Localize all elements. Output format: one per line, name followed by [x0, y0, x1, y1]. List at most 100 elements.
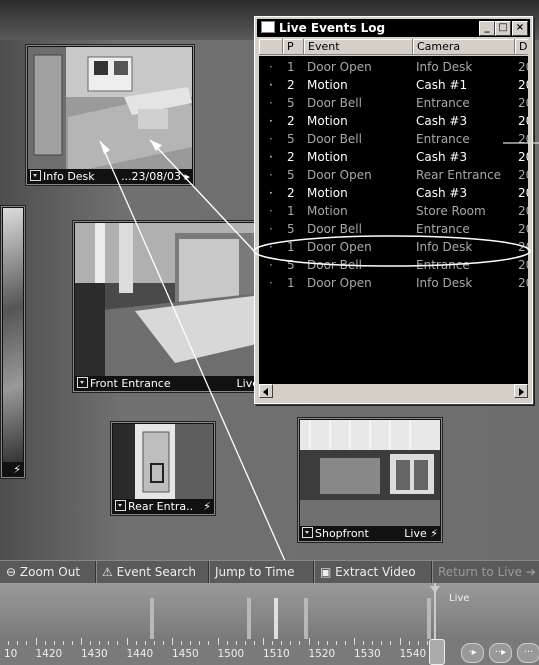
time-ruler[interactable]: 10 1420 1430 1440 1450 1500 1510 1520 1530 1540	[0, 638, 539, 665]
timeline-event-marker[interactable]	[274, 598, 278, 640]
camera-tile-rear-entrance[interactable]: Rear Entra.. ⚡	[110, 421, 216, 516]
column-header: P Event Camera Da	[259, 39, 528, 56]
camera-name: Shopfront	[315, 527, 369, 540]
fast-forward-button[interactable]: ··▸	[489, 643, 512, 663]
event-priority: 5	[287, 222, 295, 236]
camera-date-group: ...23/08/03 ▸	[121, 170, 190, 184]
minimize-button[interactable]: _	[479, 21, 495, 36]
close-button[interactable]: ×	[512, 21, 528, 36]
camera-name: Rear Entra..	[128, 500, 194, 513]
partial-camera-tile[interactable]: ⚡	[0, 205, 26, 479]
timeline-event-marker[interactable]	[150, 598, 154, 640]
ruler-tick	[281, 641, 283, 645]
timeline-event-marker[interactable]	[427, 598, 431, 640]
event-row[interactable]: · 2 Motion Cash #3 200	[259, 148, 528, 166]
row-bullet: ·	[269, 222, 273, 236]
maximize-button[interactable]: □	[495, 21, 511, 36]
row-bullet: ·	[269, 78, 273, 92]
live-marker-arrow	[430, 586, 440, 593]
scroll-left-button[interactable]	[259, 384, 273, 398]
column-header-date[interactable]: Da	[515, 39, 528, 55]
event-row[interactable]: · 1 Door Open Info Desk 200	[259, 58, 528, 76]
ruler-tick	[71, 641, 73, 645]
dropdown-icon[interactable]	[115, 500, 126, 511]
ruler-tick	[226, 641, 228, 645]
ruler-tick	[308, 638, 310, 645]
timeline-event-track[interactable]	[0, 583, 539, 639]
column-header-event[interactable]: Event	[304, 39, 413, 55]
return-to-live-button[interactable]: Return to Live ➔	[432, 561, 539, 583]
ruler-tick	[217, 638, 219, 645]
dropdown-icon[interactable]	[30, 170, 41, 181]
event-camera: Info Desk	[416, 276, 473, 290]
horizontal-scrollbar[interactable]	[259, 384, 528, 399]
camera-tile-shopfront[interactable]: Shopfront Live ⚡	[297, 417, 443, 543]
event-row[interactable]: · 1 Motion Store Room 200	[259, 202, 528, 220]
live-label: Live	[449, 593, 470, 604]
camera-tile-front-entrance[interactable]: Front Entrance Live	[72, 220, 264, 393]
event-search-button[interactable]: ⚠ Event Search	[96, 561, 209, 583]
event-camera: Entrance	[416, 222, 470, 236]
row-bullet: ·	[269, 186, 273, 200]
window-icon	[261, 21, 275, 33]
event-date: 200	[518, 78, 528, 92]
row-bullet: ·	[269, 132, 273, 146]
event-row[interactable]: · 5 Door Bell Entrance 200	[259, 220, 528, 238]
event-name: Motion	[307, 78, 348, 92]
event-name: Door Open	[307, 240, 372, 254]
dropdown-icon[interactable]	[77, 377, 88, 388]
row-bullet: ·	[269, 240, 273, 254]
skip-end-button[interactable]: ···	[517, 643, 539, 663]
timeline-scrub-handle[interactable]	[429, 639, 445, 665]
row-bullet: ·	[269, 204, 273, 218]
event-camera: Cash #1	[416, 78, 468, 92]
event-name: Door Open	[307, 168, 372, 182]
ruler-label: 1540	[399, 648, 427, 660]
event-camera: Cash #3	[416, 186, 468, 200]
events-list[interactable]: · 1 Door Open Info Desk 200 · 2 Motion Cash #1 20…	[259, 56, 528, 384]
zoom-out-button[interactable]: ⊖ Zoom Out	[0, 561, 96, 583]
live-events-log-window[interactable]: Live Events Log _ □ × P Event Camera Da …	[254, 16, 533, 404]
event-row[interactable]: · 1 Door Open Info Desk 200	[259, 274, 528, 292]
event-row[interactable]: · 2 Motion Cash #3 200	[259, 112, 528, 130]
timeline-event-marker[interactable]	[247, 598, 251, 640]
column-header-icon[interactable]	[259, 39, 283, 55]
ruler-tick	[335, 641, 337, 645]
event-date: 200	[518, 60, 528, 74]
event-name: Motion	[307, 204, 348, 218]
ruler-tick	[244, 641, 246, 645]
event-row[interactable]: · 2 Motion Cash #3 200	[259, 184, 528, 202]
event-priority: 1	[287, 204, 295, 218]
magnifier-icon: ⊖	[6, 565, 17, 579]
event-date: 200	[518, 186, 528, 200]
dropdown-icon[interactable]	[302, 527, 313, 538]
event-row[interactable]: · 2 Motion Cash #1 200	[259, 76, 528, 94]
jump-to-time-button[interactable]: Jump to Time	[209, 561, 314, 583]
event-priority: 5	[287, 258, 295, 272]
camera-caption: Shopfront Live ⚡	[300, 527, 440, 541]
event-row[interactable]: · 5 Door Bell Entrance 200	[259, 94, 528, 112]
timeline[interactable]: Live 10 1420 1430 1440 1450 1500 1510 1520 1530 1…	[0, 583, 539, 665]
event-name: Motion	[307, 186, 348, 200]
column-header-priority[interactable]: P	[283, 39, 304, 55]
ruler-tick	[44, 641, 46, 645]
ruler-tick	[117, 641, 119, 645]
camera-tile-info-desk[interactable]: Info Desk ...23/08/03 ▸	[25, 44, 195, 186]
column-header-camera[interactable]: Camera	[413, 39, 515, 55]
ruler-tick	[108, 641, 110, 645]
timeline-event-marker[interactable]	[304, 598, 308, 640]
window-titlebar[interactable]: Live Events Log _ □ ×	[257, 19, 530, 37]
event-date: 200	[518, 222, 528, 236]
ruler-tick	[426, 641, 428, 645]
step-forward-button[interactable]: ·▸	[461, 643, 484, 663]
event-row[interactable]: · 5 Door Open Rear Entrance 200	[259, 166, 528, 184]
event-row[interactable]: · 5 Door Bell Entrance 200	[259, 256, 528, 274]
play-icon[interactable]: ▸	[184, 170, 190, 183]
camera-image	[300, 420, 440, 526]
extract-video-button[interactable]: ▣ Extract Video	[314, 561, 432, 583]
scroll-right-button[interactable]	[514, 384, 528, 398]
event-row[interactable]: · 1 Door Open Info Desk 200	[259, 238, 528, 256]
event-row[interactable]: · 5 Door Bell Entrance 200	[259, 130, 528, 148]
event-date: 200	[518, 96, 528, 110]
ruler-tick	[135, 641, 137, 645]
